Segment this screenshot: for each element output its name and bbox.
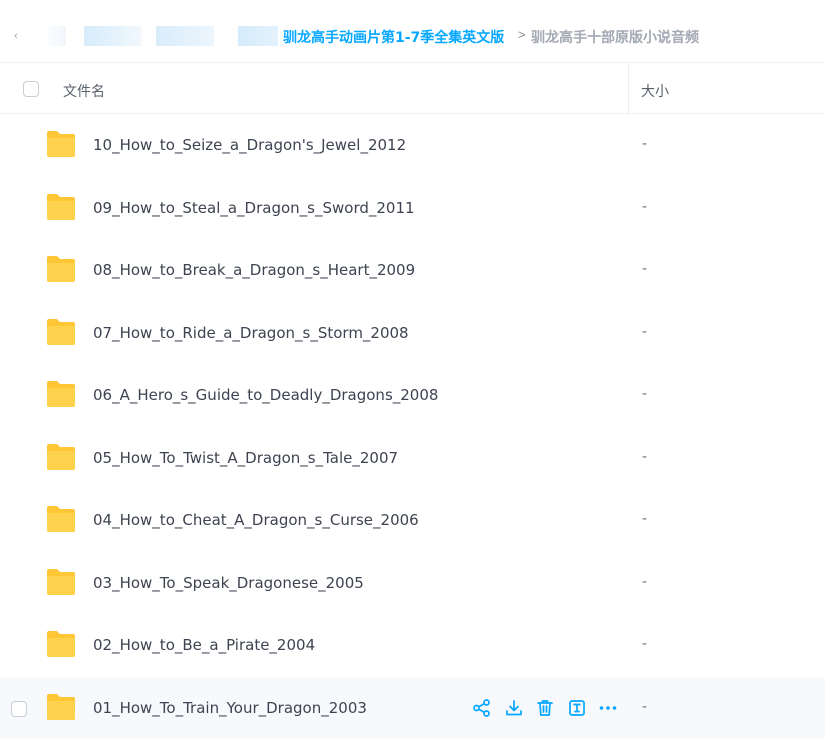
file-name[interactable]: 03_How_To_Speak_Dragonese_2005 (93, 574, 364, 592)
table-header: 文件名 大小 (0, 62, 825, 115)
select-all-checkbox[interactable] (23, 81, 39, 97)
file-size: - (642, 447, 647, 465)
table-row[interactable]: 04_How_to_Cheat_A_Dragon_s_Curse_2006 - (0, 489, 825, 551)
folder-icon (47, 506, 75, 532)
file-size: - (642, 197, 647, 215)
file-name[interactable]: 06_A_Hero_s_Guide_to_Deadly_Dragons_2008 (93, 386, 438, 404)
share-icon[interactable] (472, 698, 492, 718)
folder-icon (47, 318, 75, 345)
table-row[interactable]: 08_How_to_Break_a_Dragon_s_Heart_2009 - (0, 239, 825, 301)
file-size: - (642, 322, 647, 340)
folder-icon (47, 193, 75, 220)
folder-icon (47, 631, 75, 657)
column-header-name[interactable]: 文件名 (63, 81, 105, 101)
delete-icon[interactable] (535, 698, 555, 718)
file-name[interactable]: 04_How_to_Cheat_A_Dragon_s_Curse_2006 (93, 511, 419, 529)
file-name[interactable]: 08_How_to_Break_a_Dragon_s_Heart_2009 (93, 261, 415, 279)
download-icon[interactable] (504, 698, 524, 718)
folder-icon (47, 256, 75, 282)
table-row[interactable]: 01_How_To_Train_Your_Dragon_2003 - (0, 676, 825, 739)
row-checkbox[interactable] (11, 700, 27, 717)
redacted-path-segment[interactable] (84, 26, 142, 46)
column-header-size[interactable]: 大小 (641, 81, 669, 101)
file-name[interactable]: 09_How_to_Steal_a_Dragon_s_Sword_2011 (93, 199, 415, 217)
folder-icon (47, 693, 75, 720)
file-name[interactable]: 07_How_to_Ride_a_Dragon_s_Storm_2008 (93, 324, 409, 342)
folder-icon (47, 568, 75, 595)
file-size: - (642, 385, 647, 402)
breadcrumb: ‹ 驯龙高手动画片第1-7季全集英文版 > 驯龙高手十部原版小说音频 (0, 0, 825, 62)
table-row[interactable]: 02_How_to_Be_a_Pirate_2004 - (0, 614, 825, 676)
table-row[interactable]: 05_How_To_Twist_A_Dragon_s_Tale_2007 - (0, 427, 825, 489)
rename-icon[interactable] (567, 698, 587, 718)
file-size: - (642, 135, 647, 152)
table-row[interactable]: 09_How_to_Steal_a_Dragon_s_Sword_2011 - (0, 177, 825, 239)
file-size: - (642, 260, 647, 277)
breadcrumb-separator: > (518, 27, 526, 42)
file-name[interactable]: 02_How_to_Be_a_Pirate_2004 (93, 636, 315, 654)
table-row[interactable]: 06_A_Hero_s_Guide_to_Deadly_Dragons_2008… (0, 364, 825, 426)
row-actions (472, 698, 630, 718)
more-icon[interactable] (598, 698, 618, 718)
file-name[interactable]: 01_How_To_Train_Your_Dragon_2003 (93, 699, 367, 717)
file-size: - (642, 635, 647, 652)
file-size: - (642, 510, 647, 527)
folder-icon (47, 443, 75, 470)
file-size: - (642, 697, 647, 715)
redacted-path-segment[interactable] (238, 26, 278, 46)
file-name[interactable]: 05_How_To_Twist_A_Dragon_s_Tale_2007 (93, 449, 398, 467)
file-name[interactable]: 10_How_to_Seize_a_Dragon's_Jewel_2012 (93, 136, 406, 154)
table-row[interactable]: 07_How_to_Ride_a_Dragon_s_Storm_2008 - (0, 302, 825, 364)
folder-icon (47, 131, 75, 157)
breadcrumb-current: 驯龙高手十部原版小说音频 (531, 30, 699, 46)
redacted-path-segment[interactable] (156, 26, 214, 46)
folder-icon (47, 381, 75, 407)
table-row[interactable]: 10_How_to_Seize_a_Dragon's_Jewel_2012 - (0, 114, 825, 176)
breadcrumb-parent-link[interactable]: 驯龙高手动画片第1-7季全集英文版 (283, 27, 504, 47)
column-divider[interactable] (628, 63, 629, 115)
chevron-left-icon[interactable]: ‹ (14, 31, 18, 42)
table-row[interactable]: 03_How_To_Speak_Dragonese_2005 - (0, 552, 825, 614)
file-size: - (642, 572, 647, 590)
redacted-path-segment[interactable] (48, 26, 66, 46)
